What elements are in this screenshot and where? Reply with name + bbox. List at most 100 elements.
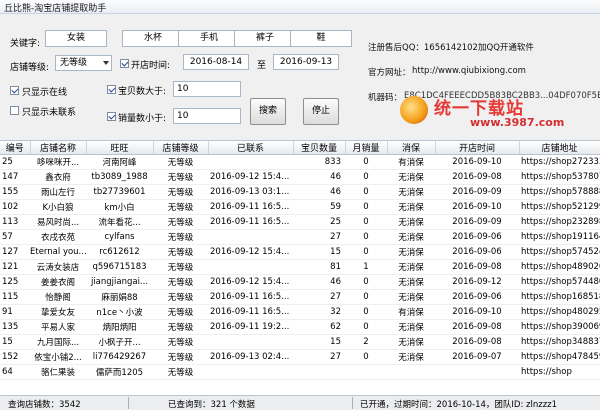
table-row[interactable]: 102 K小白狼 km小白 无等级 2016-09-11 16:5... 59 0 无消保 20… [0,199,600,215]
table-cell: https://shop480295 [519,304,600,320]
table-cell: 无消保 [387,169,435,185]
items-more-checkbox[interactable] [107,85,116,94]
column-header[interactable]: 店铺名称 [30,141,87,155]
sales-less-label: 销量数小于: [118,114,167,124]
table-cell: 平易人家 [30,319,86,335]
table-cell: 81 [293,259,345,275]
column-header[interactable]: 月销量 [345,141,388,155]
table-cell: https://shop348837 [519,334,600,350]
table-row[interactable]: 127 Eternal you... rc612612 无等级 2016-09-12 1… [0,244,600,260]
table-cell: 1 [345,259,387,275]
table-cell: https://shop489026 [519,259,600,275]
table-row[interactable]: 57 衣戌衣苑 cylfans 无等级 27 0 无消保 2016-09-06 https://… [0,229,600,245]
keyword-input-3[interactable]: 手机 [178,30,240,47]
table-cell: 15 [293,334,345,350]
table-cell: tb3089_1988 [86,169,153,185]
keyword-label: 关键字: [10,39,41,49]
uncontacted-only-label: 只显示未联系 [22,108,77,118]
stop-button[interactable]: 停止 [303,98,339,125]
table-cell: 121 [0,259,30,275]
table-row[interactable]: 113 易风时尚... 流年看花... 无等级 2016-09-11 16:5... 25… [0,214,600,230]
table-row[interactable]: 64 骆仁果装 儒萨而1205 无等级 https://shop [0,364,600,380]
column-header[interactable]: 店铺等级 [153,141,209,155]
table-row[interactable]: 147 鑫衣府 tb3089_1988 无等级 2016-09-12 15:4... 46… [0,169,600,185]
status-divider [128,397,129,409]
table-cell: 无消保 [387,289,435,305]
results-grid[interactable]: 编号 店铺名称 旺旺 店铺等级 已联系 宝贝数量 月销量 消保 开店时间 店铺地址 25 哆咪咪开.… [0,140,600,395]
keyword-input-4[interactable]: 裤子 [234,30,296,47]
column-header[interactable]: 消保 [387,141,436,155]
table-cell: km小白 [86,199,153,215]
table-row[interactable]: 135 平易人家 炳阳炳阳 无等级 2016-09-11 19:2... 62 0 无消保 20… [0,319,600,335]
shop-level-value: 无等级 [60,58,88,68]
keyword-input-2[interactable]: 水杯 [122,30,184,47]
uncontacted-only-checkbox[interactable] [10,106,19,115]
table-cell: 无消保 [387,334,435,350]
keyword-input-1[interactable]: 女装 [45,30,107,47]
table-cell [208,229,293,245]
table-cell: https://shop537807 [519,169,600,185]
table-cell: 无等级 [153,334,208,350]
open-time-checkbox[interactable] [120,59,129,68]
keyword-input-5[interactable]: 鞋 [290,30,352,47]
table-row[interactable]: 15 九月国际... 小枫子开... 无等级 15 2 无消保 2016-09-08 https… [0,334,600,350]
table-cell: 62 [293,319,345,335]
date-to-input[interactable]: 2016-09-13 [273,54,339,70]
official-site-link[interactable]: http://www.qiubixiong.com [412,66,526,76]
table-cell [208,154,293,170]
table-cell: jiangjiangai... [86,274,153,290]
table-cell: 135 [0,319,30,335]
table-row[interactable]: 155 雨山左行 tb27739601 无等级 2016-09-13 03:1... 46… [0,184,600,200]
online-only-checkbox[interactable] [10,86,19,95]
table-cell: 27 [293,229,345,245]
table-cell: 姜姜衣阁 [30,274,86,290]
table-cell: 挚爱女友 [30,304,86,320]
table-cell: 流年看花... [86,214,153,230]
window-title: 丘比熊-淘宝店铺提取助手 [4,4,107,14]
online-only-label: 只显示在线 [22,88,68,98]
table-cell: 无消保 [387,259,435,275]
table-cell: 鑫衣府 [30,169,86,185]
sales-less-input[interactable]: 10 [173,108,241,124]
table-cell: 0 [345,304,387,320]
table-row[interactable]: 121 云涛女装店 q596715183 无等级 81 1 无消保 2016-09-08 htt… [0,259,600,275]
table-header-row: 编号 店铺名称 旺旺 店铺等级 已联系 宝贝数量 月销量 消保 开店时间 店铺地址 [0,141,600,155]
column-header[interactable]: 店铺地址 [519,141,600,155]
table-cell: 2016-09-10 [435,154,519,170]
table-cell: 无等级 [153,364,208,380]
official-site-label: 官方网址： [368,68,411,78]
table-cell: 46 [293,169,345,185]
table-cell: 2016-09-10 [435,304,519,320]
column-header[interactable]: 宝贝数量 [293,141,346,155]
chevron-down-icon [103,61,109,65]
column-header[interactable]: 旺旺 [86,141,154,155]
table-row[interactable]: 125 姜姜衣阁 jiangjiangai... 无等级 2016-09-12 15:4… [0,274,600,290]
column-header[interactable]: 编号 [0,141,31,155]
watermark-logo-icon [400,96,428,124]
table-cell: https://shop478459 [519,349,600,365]
table-row[interactable]: 115 怡静阁 麻丽娟88 无等级 2016-09-11 16:5... 27 0 无消保 20… [0,289,600,305]
table-row[interactable]: 91 挚爱女友 n1ce丶小波 无等级 2016-09-11 16:5... 32 0 有消保… [0,304,600,320]
table-cell: 46 [293,274,345,290]
column-header[interactable]: 已联系 [208,141,294,155]
sales-less-checkbox[interactable] [107,112,116,121]
table-cell: 依宝小铺2... [30,349,86,365]
table-cell: 无等级 [153,184,208,200]
table-cell: 25 [0,154,30,170]
table-cell: q596715183 [86,259,153,275]
date-from-input[interactable]: 2016-08-14 [183,54,249,70]
table-cell: 无消保 [387,274,435,290]
table-cell: https://shop574480 [519,274,600,290]
shop-level-select[interactable]: 无等级 [55,55,112,71]
table-cell: 小枫子开... [86,334,153,350]
table-cell: https://shop232898 [519,214,600,230]
table-cell: 0 [345,274,387,290]
table-cell: 27 [293,349,345,365]
table-row[interactable]: 152 依宝小铺2... li776429267 无等级 2016-09-13 02:4… [0,349,600,365]
items-more-input[interactable]: 10 [173,81,241,97]
table-cell: 0 [345,349,387,365]
table-row[interactable]: 25 哆咪咪开... 河南阿峰 无等级 833 0 有消保 2016-09-10 https:/… [0,154,600,170]
search-button[interactable]: 搜索 [250,98,286,125]
join-group-link[interactable]: 加QQ开通软件 [478,41,534,53]
column-header[interactable]: 开店时间 [435,141,520,155]
